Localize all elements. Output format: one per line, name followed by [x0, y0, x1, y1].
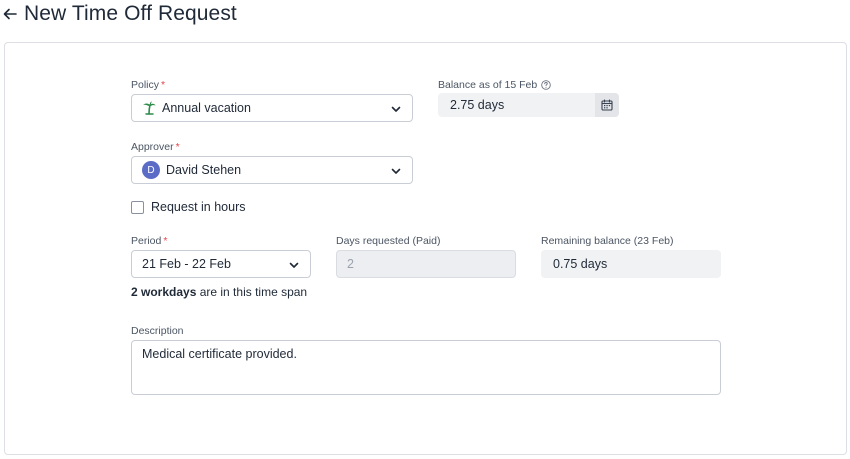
- calendar-button[interactable]: [595, 93, 619, 117]
- required-mark: *: [175, 141, 180, 153]
- request-in-hours-label: Request in hours: [151, 200, 246, 214]
- palm-tree-icon: [142, 101, 156, 115]
- balance-label-text: Balance as of 15 Feb: [438, 79, 538, 91]
- approver-label-text: Approver: [131, 141, 174, 153]
- remaining-balance-field: 0.75 days: [541, 250, 721, 278]
- request-in-hours-checkbox[interactable]: [131, 201, 144, 214]
- workdays-count: 2 workdays: [131, 285, 197, 299]
- balance-value: 2.75 days: [450, 98, 505, 112]
- period-label-text: Period: [131, 235, 162, 247]
- back-arrow-icon[interactable]: [2, 6, 18, 22]
- balance-label: Balance as of 15 Feb: [438, 79, 551, 91]
- remaining-balance-label: Remaining balance (23 Feb): [541, 235, 674, 247]
- days-requested-label: Days requested (Paid): [336, 235, 441, 247]
- period-value: 21 Feb - 22 Feb: [142, 257, 231, 271]
- page-title: New Time Off Request: [24, 2, 237, 25]
- balance-field: 2.75 days: [438, 93, 619, 117]
- policy-label: Policy *: [131, 79, 165, 91]
- request-form-card: Policy * Annual vacation Balance as of 15…: [4, 42, 847, 455]
- period-label: Period *: [131, 235, 167, 247]
- chevron-down-icon: [390, 103, 402, 115]
- policy-select[interactable]: Annual vacation: [131, 94, 413, 122]
- period-select[interactable]: 21 Feb - 22 Feb: [131, 250, 311, 278]
- policy-value: Annual vacation: [162, 101, 251, 115]
- page-header: New Time Off Request: [2, 0, 237, 28]
- calendar-icon: [601, 99, 613, 111]
- page: New Time Off Request Policy * Annual vaca…: [0, 0, 850, 459]
- chevron-down-icon: [390, 165, 402, 177]
- policy-label-text: Policy: [131, 79, 160, 91]
- required-mark: *: [163, 235, 168, 247]
- help-icon[interactable]: [541, 80, 551, 90]
- workdays-text: are in this time span: [196, 285, 308, 299]
- chevron-down-icon: [288, 259, 300, 271]
- description-value: Medical certificate provided.: [142, 347, 297, 361]
- workdays-note: 2 workdays are in this time span: [131, 285, 307, 299]
- days-requested-input: 2: [336, 250, 516, 278]
- avatar: D: [142, 161, 160, 179]
- required-mark: *: [161, 79, 166, 91]
- approver-select[interactable]: D David Stehen: [131, 156, 413, 184]
- description-textarea[interactable]: Medical certificate provided.: [131, 340, 721, 395]
- approver-label: Approver *: [131, 141, 180, 153]
- approver-value: David Stehen: [166, 163, 242, 177]
- description-label: Description: [131, 325, 184, 337]
